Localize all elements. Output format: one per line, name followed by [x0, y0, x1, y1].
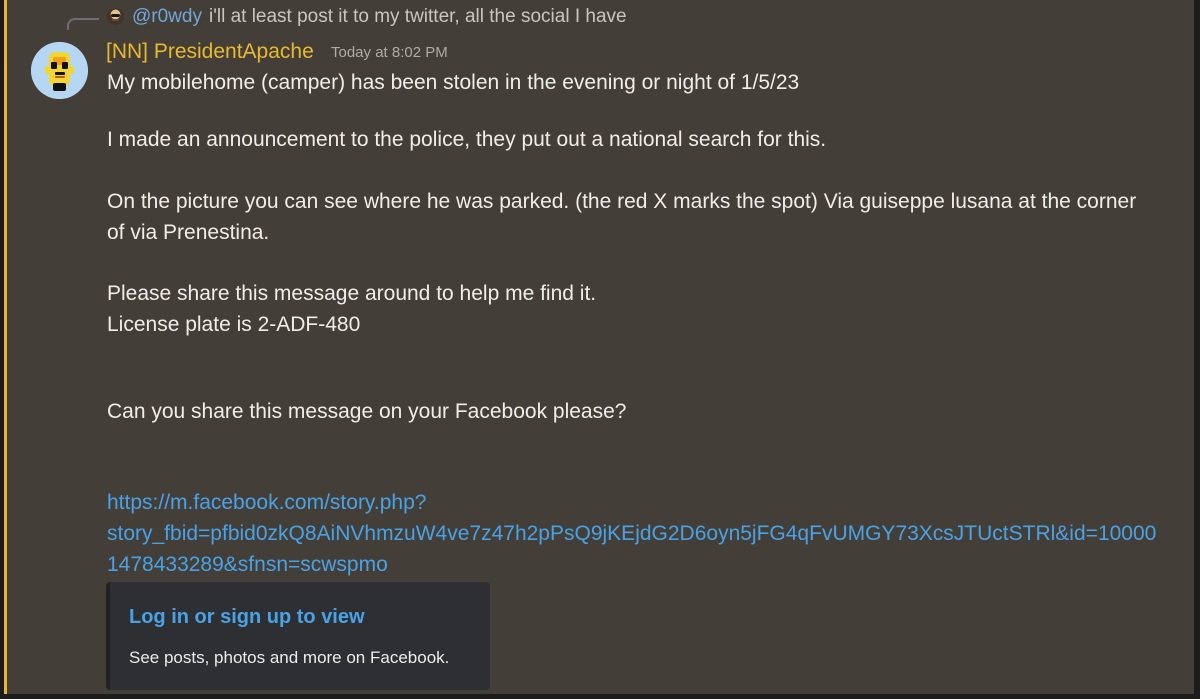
message-line-1: My mobilehome (camper) has been stolen i…: [107, 71, 800, 94]
embed-description: See posts, photos and more on Facebook.: [129, 648, 450, 667]
reply-preview-text[interactable]: i'll at least post it to my twitter, all…: [209, 6, 627, 28]
reply-user-avatar-icon: [107, 8, 124, 25]
message-line-7: Can you share this message on your Faceb…: [107, 400, 627, 423]
message-timestamp: Today at 8:02 PM: [331, 44, 448, 61]
chat-frame: @r0wdy i'll at least post it to my twitt…: [0, 0, 1200, 699]
embed-title-link[interactable]: Log in or sign up to view: [129, 606, 365, 629]
reply-connector: [67, 18, 99, 30]
author-avatar[interactable]: [31, 42, 88, 99]
facebook-embed-card[interactable]: Log in or sign up to view See posts, pho…: [106, 582, 490, 690]
message-line-6: License plate is 2-ADF-480: [107, 313, 361, 336]
duck-avatar-icon: [31, 42, 88, 99]
message-line-5: Please share this message around to help…: [107, 282, 597, 305]
facebook-link-line-2[interactable]: story_fbid=pfbid0zkQ8AiNVhmzuW4ve7z47h2p…: [107, 521, 1156, 547]
message-line-2: I made an announcement to the police, th…: [107, 128, 827, 151]
reply-author[interactable]: @r0wdy: [132, 6, 202, 28]
facebook-link-line-3[interactable]: 1478433289&sfnsn=scwspmo: [107, 552, 388, 578]
message-line-3: On the picture you can see where he was …: [107, 190, 1137, 213]
message-card: @r0wdy i'll at least post it to my twitt…: [4, 0, 1194, 694]
facebook-link-line-1[interactable]: https://m.facebook.com/story.php?: [107, 490, 426, 516]
message-author[interactable]: [NN] PresidentApache: [106, 39, 314, 65]
message-line-4: of via Prenestina.: [107, 221, 270, 244]
